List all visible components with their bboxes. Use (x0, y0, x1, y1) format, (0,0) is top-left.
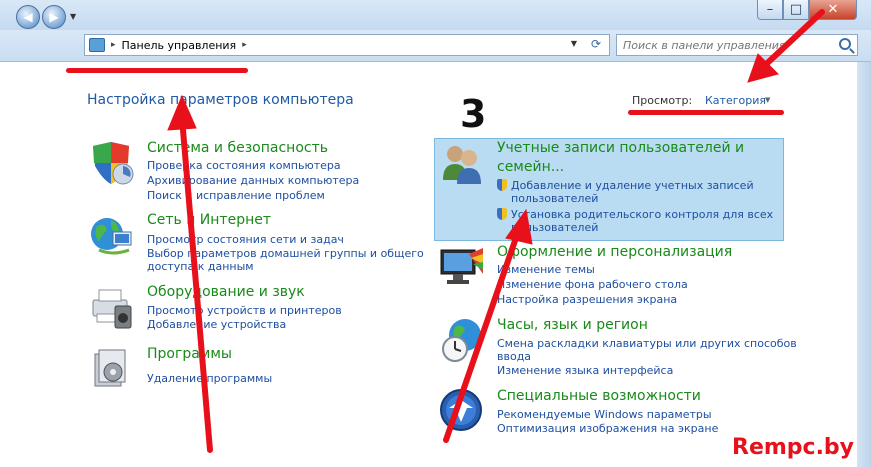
category-title[interactable]: Учетные записи пользователей и (497, 140, 744, 156)
link-check-status[interactable]: Проверка состояния компьютера (147, 159, 341, 172)
category-title[interactable]: Программы (147, 346, 232, 362)
address-dropdown-icon[interactable]: ▼ (571, 39, 577, 48)
breadcrumb-separator[interactable]: ▸ (242, 40, 247, 50)
link-uninstall[interactable]: Удаление программы (147, 372, 272, 385)
programs-icon[interactable] (89, 346, 135, 392)
page-title: Настройка параметров компьютера (87, 92, 354, 108)
main-content (0, 62, 871, 467)
link-change-theme[interactable]: Изменение темы (497, 263, 595, 276)
users-icon[interactable] (439, 140, 485, 186)
category-title[interactable]: Сеть и Интернет (147, 212, 271, 228)
window-frame-right (857, 62, 871, 467)
printer-icon[interactable] (89, 284, 135, 330)
link-homegroup[interactable]: Выбор параметров домашней группы и общег… (147, 247, 424, 260)
monitor-paint-icon[interactable] (439, 244, 485, 290)
address-bar[interactable]: ▸ Панель управления ▸ ▼ ⟳ (84, 34, 610, 56)
link-display-language[interactable]: Изменение языка интерфейса (497, 364, 673, 377)
minimize-button[interactable]: – (757, 0, 783, 20)
title-bar (0, 0, 871, 30)
view-by-dropdown[interactable]: Категория (705, 94, 766, 107)
annotation-underline-address (66, 68, 248, 73)
search-icon[interactable] (839, 38, 851, 50)
link-screen-resolution[interactable]: Настройка разрешения экрана (497, 293, 677, 306)
link-troubleshoot[interactable]: Поиск и исправление проблем (147, 189, 325, 202)
category-title[interactable]: Система и безопасность (147, 140, 328, 156)
accessibility-icon[interactable] (439, 388, 485, 434)
annotation-step-number: 3 (460, 92, 487, 136)
link-add-remove-accounts-cont[interactable]: пользователей (511, 192, 598, 205)
category-title-cont[interactable]: семейн... (497, 159, 564, 175)
link-add-remove-accounts[interactable]: Добавление и удаление учетных записей (497, 179, 754, 192)
link-parental-control[interactable]: Установка родительского контроля для все… (497, 208, 773, 221)
globe-network-icon[interactable] (89, 212, 135, 258)
control-panel-icon (89, 38, 105, 52)
link-desktop-background[interactable]: Изменение фона рабочего стола (497, 278, 688, 291)
category-title[interactable]: Специальные возможности (497, 388, 701, 404)
uac-shield-icon (497, 179, 507, 191)
link-network-status[interactable]: Просмотр состояния сети и задач (147, 233, 344, 246)
link-recommended-settings[interactable]: Рекомендуемые Windows параметры (497, 408, 712, 421)
category-title[interactable]: Оборудование и звук (147, 284, 305, 300)
clock-globe-icon[interactable] (439, 317, 485, 363)
shield-icon[interactable] (89, 140, 135, 186)
link-keyboard-layout-cont[interactable]: ввода (497, 350, 531, 363)
forward-button[interactable]: ▶ (42, 5, 66, 29)
category-title[interactable]: Часы, язык и регион (497, 317, 648, 333)
arrow-right-icon: ▶ (49, 10, 59, 24)
link-backup[interactable]: Архивирование данных компьютера (147, 174, 359, 187)
uac-shield-icon (497, 208, 507, 220)
breadcrumb-separator[interactable]: ▸ (111, 40, 116, 50)
link-homegroup-cont[interactable]: доступа к данным (147, 260, 254, 273)
recent-pages-dropdown[interactable]: ▼ (70, 12, 76, 21)
refresh-icon[interactable]: ⟳ (591, 37, 601, 51)
breadcrumb-control-panel[interactable]: Панель управления (122, 39, 237, 52)
search-input[interactable] (623, 38, 833, 52)
back-button[interactable]: ◀ (16, 5, 40, 29)
link-add-device[interactable]: Добавление устройства (147, 318, 286, 331)
watermark: Rempc.by (732, 435, 855, 460)
link-parental-control-cont[interactable]: пользователей (511, 221, 598, 234)
close-button[interactable]: ✕ (809, 0, 857, 20)
view-by-label: Просмотр: (632, 94, 693, 107)
arrow-left-icon: ◀ (23, 10, 33, 24)
maximize-button[interactable]: □ (783, 0, 809, 20)
search-box[interactable] (616, 34, 858, 56)
link-optimize-display[interactable]: Оптимизация изображения на экране (497, 422, 718, 435)
category-title[interactable]: Оформление и персонализация (497, 244, 732, 260)
annotation-underline-view (628, 110, 784, 115)
link-devices-printers[interactable]: Просмотр устройств и принтеров (147, 304, 342, 317)
chevron-down-icon[interactable]: ▼ (765, 96, 770, 104)
link-keyboard-layout[interactable]: Смена раскладки клавиатуры или других сп… (497, 337, 797, 350)
